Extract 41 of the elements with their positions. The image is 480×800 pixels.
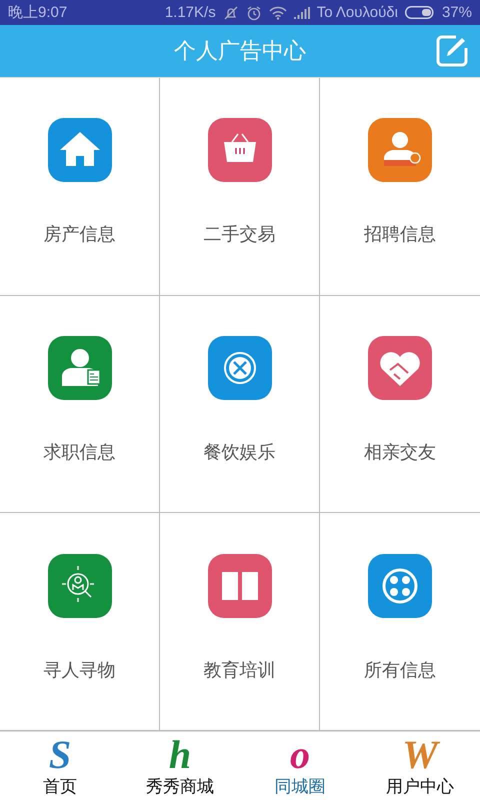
signal-icon [294, 6, 310, 18]
category-label: 求职信息 [44, 440, 116, 464]
nav-tab[interactable]: h 秀秀商城 [120, 732, 240, 800]
battery-percent: 37% [442, 4, 472, 21]
tab-label: 用户中心 [386, 776, 454, 798]
category-tile[interactable]: 寻人寻物 [0, 513, 160, 731]
mute-icon [222, 4, 239, 20]
nav-tab[interactable]: o 同城圈 [240, 732, 360, 800]
tab-logo-letter: S [48, 734, 72, 774]
status-time: 晚上9:07 [8, 3, 68, 22]
tab-logo-letter: o [290, 734, 310, 774]
category-tile[interactable]: 餐饮娱乐 [160, 296, 320, 514]
tab-logo-letter: h [168, 734, 192, 774]
category-tile[interactable]: 二手交易 [160, 78, 320, 296]
battery-icon [404, 6, 435, 19]
nav-tab[interactable]: S 首页 [0, 732, 120, 800]
category-tile[interactable]: 房产信息 [0, 78, 160, 296]
tab-label: 同城圈 [274, 776, 326, 798]
category-label: 相亲交友 [364, 440, 436, 464]
carrier-name: Το Λουλούδι [316, 4, 398, 21]
category-tile[interactable]: 招聘信息 [320, 78, 480, 296]
network-speed: 1.17K/s [164, 4, 216, 21]
wifi-icon [268, 6, 287, 20]
category-label: 寻人寻物 [44, 658, 116, 682]
category-label: 二手交易 [204, 223, 276, 246]
category-tile[interactable]: 相亲交友 [320, 296, 480, 514]
page-title: 个人广告中心 [174, 38, 306, 66]
tab-label: 秀秀商城 [146, 776, 214, 798]
edit-button[interactable] [434, 33, 470, 69]
category-label: 所有信息 [364, 658, 436, 682]
category-label: 房产信息 [44, 223, 116, 246]
category-tile[interactable]: 求职信息 [0, 296, 160, 514]
tab-label: 首页 [43, 776, 77, 798]
nav-tab[interactable]: W 用户中心 [360, 732, 480, 800]
category-tile[interactable]: 教育培训 [160, 513, 320, 731]
category-label: 教育培训 [204, 658, 276, 682]
category-label: 餐饮娱乐 [204, 440, 276, 464]
category-tile[interactable]: 所有信息 [320, 513, 480, 731]
alarm-icon [246, 4, 262, 20]
category-label: 招聘信息 [364, 223, 436, 246]
tab-logo-letter: W [402, 734, 438, 774]
